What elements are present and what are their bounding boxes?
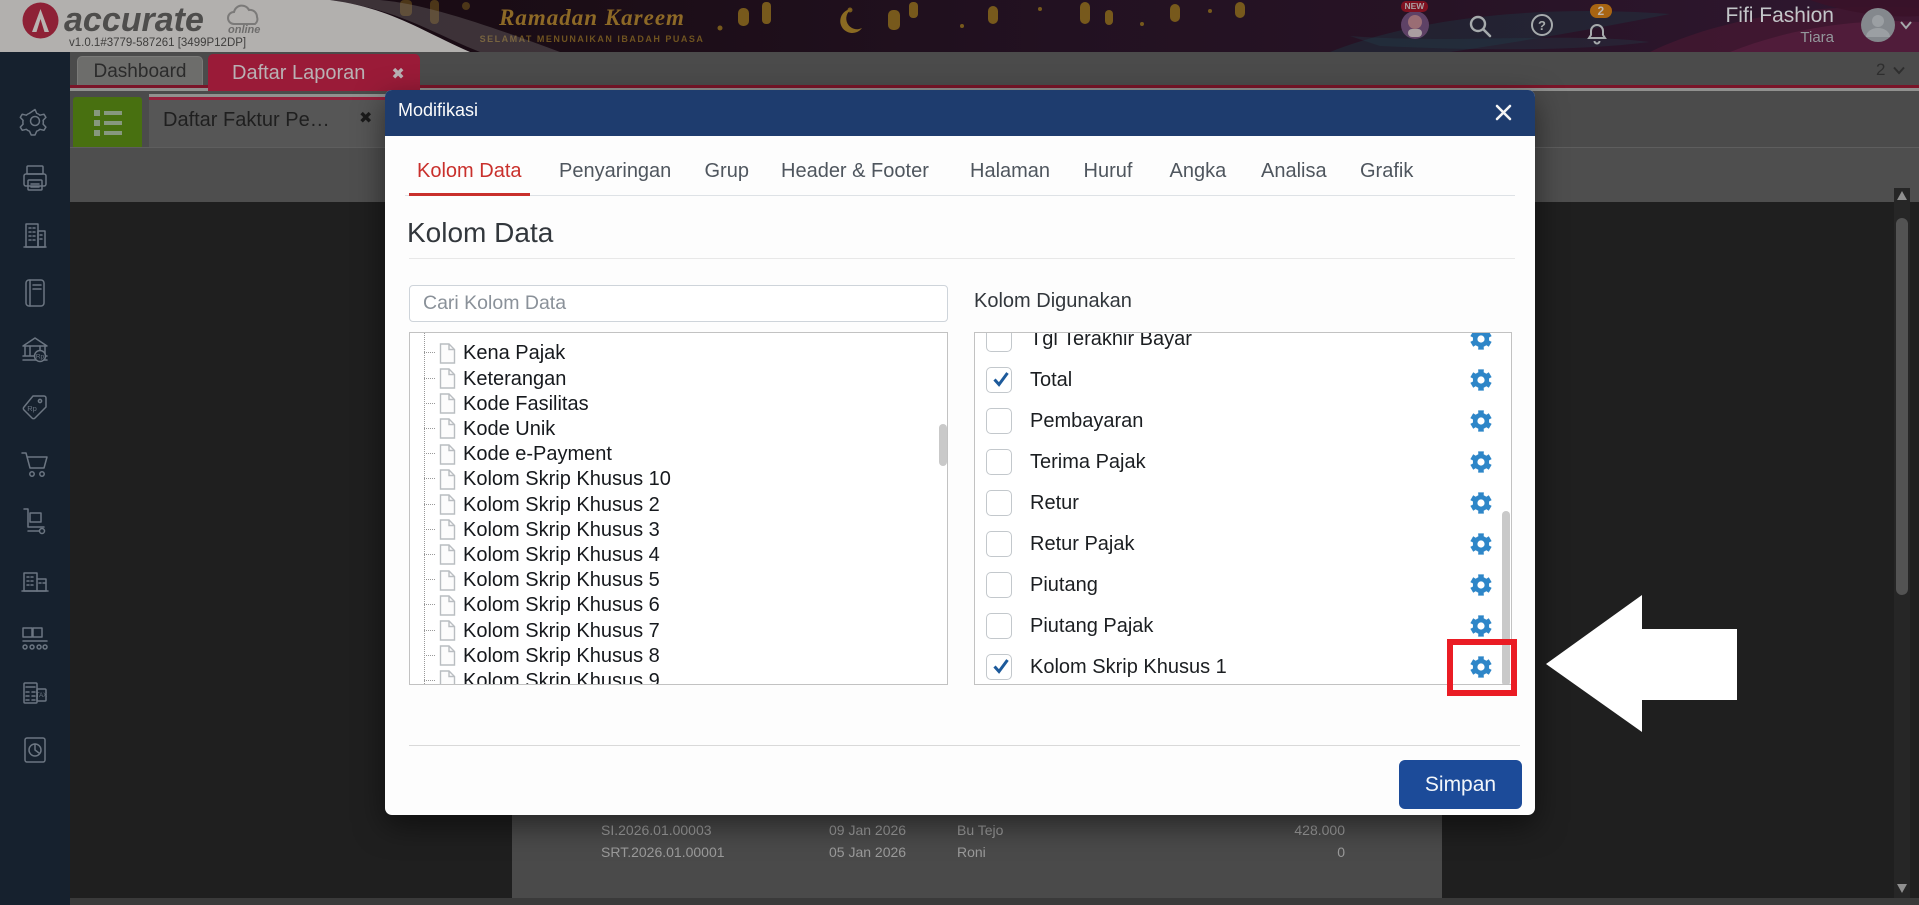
svg-text:TAX: TAX <box>36 693 47 699</box>
svg-text:?: ? <box>1538 18 1546 33</box>
svg-text:Rp: Rp <box>27 404 37 413</box>
svg-text:Rp: Rp <box>36 354 45 361</box>
